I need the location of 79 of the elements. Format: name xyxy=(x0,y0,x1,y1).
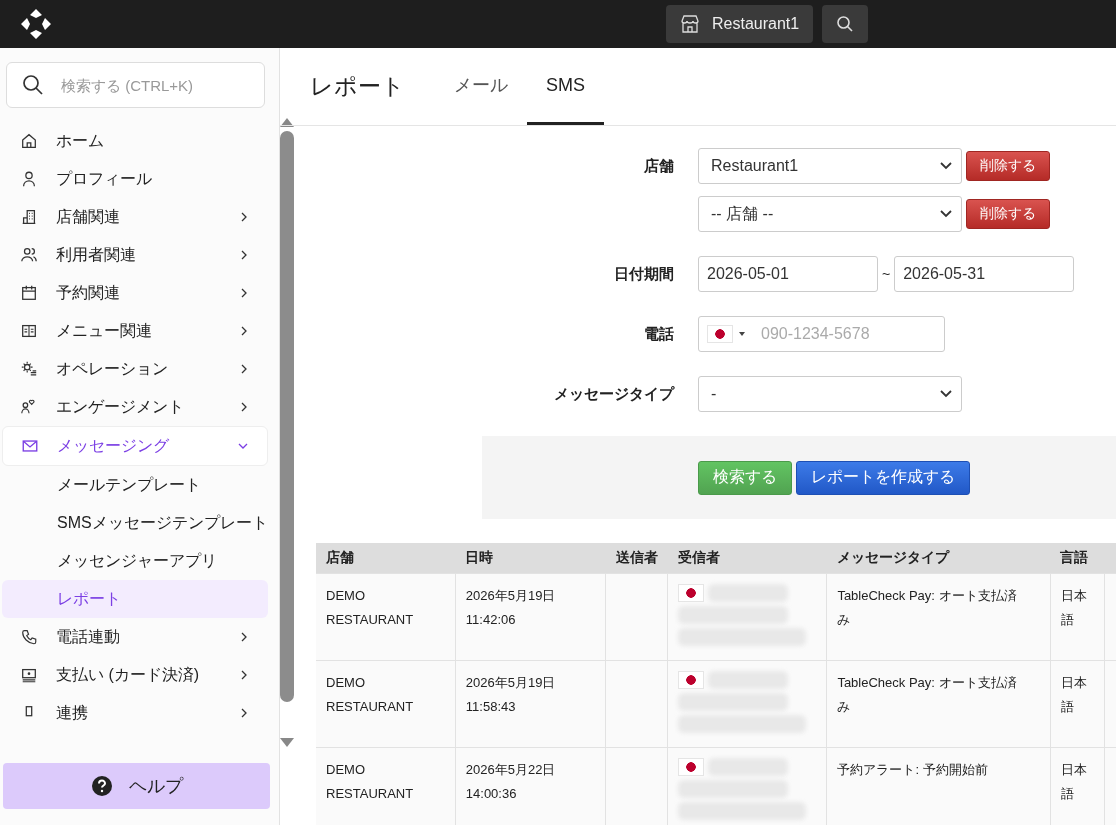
japan-flag-icon xyxy=(678,671,705,689)
help-button[interactable]: ヘルプ xyxy=(3,763,270,809)
search-icon xyxy=(22,74,44,96)
nav-subitem[interactable]: メッセンジャーアプリ xyxy=(2,542,268,580)
table-cell-text: TableCheck Pay: オート支払済み xyxy=(837,674,1018,716)
person-icon xyxy=(20,170,38,188)
payment-terminal-icon xyxy=(20,666,38,684)
japan-flag-icon xyxy=(707,325,733,343)
nav-item[interactable]: エンゲージメント xyxy=(2,388,268,426)
nav-item[interactable]: メニュー関連 xyxy=(2,312,268,350)
store-select[interactable]: -- 店舗 -- xyxy=(698,196,962,232)
column-header: 日時 xyxy=(455,543,606,574)
nav-item[interactable]: 連携 xyxy=(2,694,268,732)
column-header: メッセージタイプ xyxy=(826,543,1050,574)
store-icon xyxy=(680,15,700,33)
store-button[interactable]: Restaurant1 xyxy=(666,5,814,43)
chevron-icon xyxy=(939,389,953,399)
table-cell-text: 2026年5月19日 11:42:06 xyxy=(465,587,557,629)
tab[interactable]: メール xyxy=(435,48,527,125)
question-icon xyxy=(90,775,113,797)
field-label: 店舗 xyxy=(643,156,674,176)
nav-item[interactable]: ホーム xyxy=(2,122,268,160)
nav-item[interactable]: オペレーション xyxy=(2,350,268,388)
table-cell-text: 2026年5月22日 14:00:36 xyxy=(465,761,557,803)
column-header: 送信者 xyxy=(605,543,668,574)
nav-item[interactable]: 予約関連 xyxy=(2,274,268,312)
table-cell-text: 2026年5月19日 11:58:43 xyxy=(465,674,557,716)
nav-item[interactable]: 店舗関連 xyxy=(2,198,268,236)
nav-subitem[interactable]: レポート xyxy=(2,580,268,618)
caret-icon[interactable] xyxy=(738,331,746,337)
phone-icon xyxy=(20,628,38,646)
nav-item[interactable]: 支払い (カード決済) xyxy=(2,656,268,694)
page-title: レポート xyxy=(310,72,405,101)
nav-item[interactable]: メッセージング xyxy=(2,426,268,466)
home-icon xyxy=(20,132,38,150)
nav-item[interactable]: 利用者関連 xyxy=(2,236,268,274)
envelope-icon xyxy=(21,437,39,455)
person-heart-icon xyxy=(20,398,38,416)
table-cell-text: 日本語 xyxy=(1060,587,1088,629)
chevron-icon xyxy=(939,161,953,171)
gear-list-icon xyxy=(20,360,38,378)
phone-field[interactable]: 090-1234-5678 xyxy=(698,316,945,352)
table-cell-text: DEMO RESTAURANT xyxy=(326,587,415,629)
field-label: 電話 xyxy=(643,324,674,344)
building-icon xyxy=(20,208,38,226)
column-header: 受信者 xyxy=(667,543,827,574)
range-separator: ~ xyxy=(882,266,891,282)
message-type-select[interactable]: - xyxy=(698,376,962,412)
calendar-icon xyxy=(20,284,38,302)
delete-button[interactable]: 削除する xyxy=(966,199,1050,229)
people-icon xyxy=(20,246,38,264)
japan-flag-icon xyxy=(678,758,705,776)
menu-book-icon xyxy=(20,322,38,340)
chevron-icon xyxy=(939,209,953,219)
japan-flag-icon xyxy=(678,584,705,602)
search-button[interactable] xyxy=(822,5,869,43)
table-cell-text: 日本語 xyxy=(1060,761,1088,803)
field-label: 日付期間 xyxy=(613,264,674,284)
nav-subitem[interactable]: SMSメッセージテンプレート xyxy=(2,504,268,542)
nav-item[interactable]: 電話連動 xyxy=(2,618,268,656)
nav-subitem[interactable]: メールテンプレート xyxy=(2,466,268,504)
tab[interactable]: SMS xyxy=(527,48,604,125)
logo-icon xyxy=(20,8,52,40)
search-icon xyxy=(836,15,855,33)
table-cell-text: DEMO RESTAURANT xyxy=(326,674,415,716)
create-report-button[interactable]: レポートを作成する xyxy=(796,460,970,495)
field-label: メッセージタイプ xyxy=(553,384,674,404)
table-cell-text: TableCheck Pay: オート支払済み xyxy=(837,587,1018,629)
date-to-field[interactable]: 2026-05-31 xyxy=(894,256,1075,292)
delete-button[interactable]: 削除する xyxy=(966,151,1050,181)
table-cell-text: 日本語 xyxy=(1060,674,1088,716)
column-header: 店舗 xyxy=(316,543,456,574)
nav-item[interactable]: プロフィール xyxy=(2,160,268,198)
table-cell-text: 予約アラート: 予約開始前 xyxy=(837,761,989,779)
search-field[interactable]: 検索する (CTRL+K) xyxy=(6,62,265,108)
date-from-field[interactable]: 2026-05-01 xyxy=(698,256,878,292)
column-header: 言語 xyxy=(1050,543,1105,574)
store-select[interactable]: Restaurant1 xyxy=(698,148,962,184)
table-cell-text: DEMO RESTAURANT xyxy=(326,761,415,803)
